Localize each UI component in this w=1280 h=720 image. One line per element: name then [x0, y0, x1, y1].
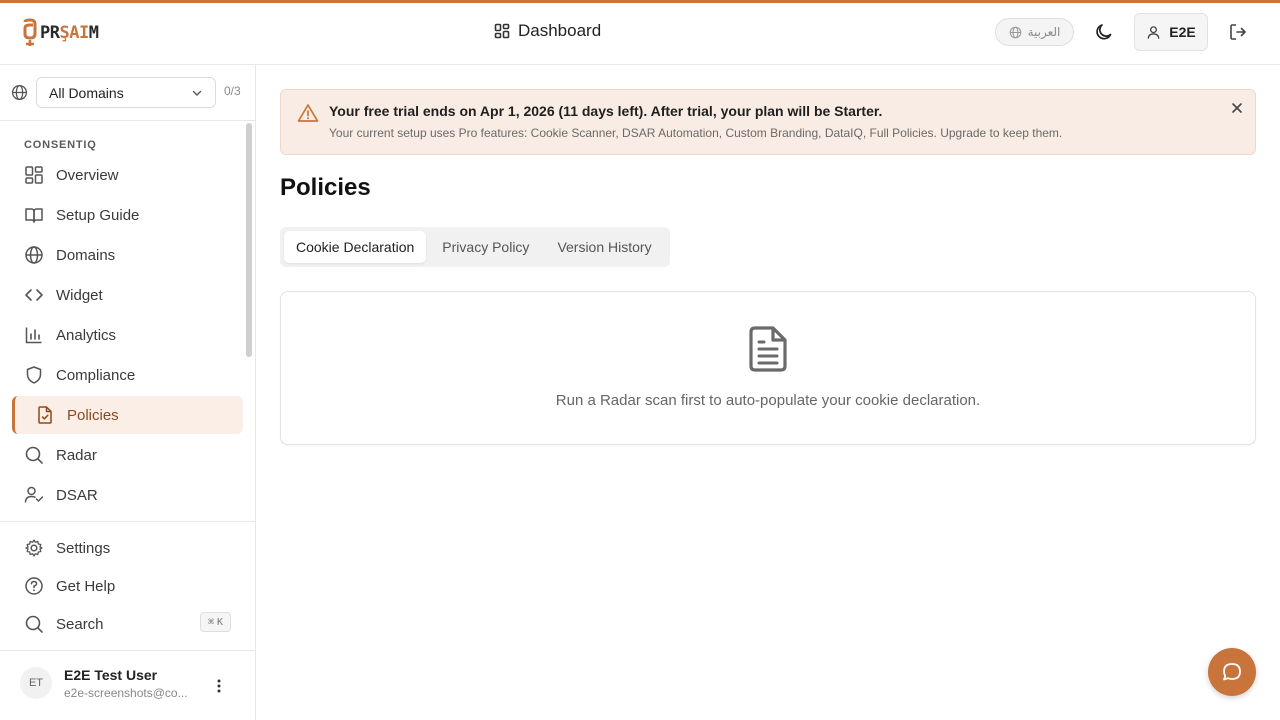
sidebar-item-label: Radar: [56, 446, 97, 464]
tab-privacy-policy[interactable]: Privacy Policy: [430, 231, 541, 263]
sidebar-user-name: E2E Test User: [64, 667, 158, 683]
sidebar-item-label: Search: [56, 615, 104, 633]
sidebar-item-label: Policies: [67, 406, 119, 424]
chat-button[interactable]: [1208, 648, 1256, 696]
page-title: Policies: [280, 174, 371, 201]
language-switch-button[interactable]: العربية: [995, 18, 1074, 46]
sidebar-item-label: Domains: [56, 246, 116, 264]
globe-icon: [11, 84, 28, 101]
user-check-icon: [24, 486, 44, 503]
logout-button[interactable]: [1226, 20, 1250, 44]
logo-mark-icon: [23, 18, 37, 46]
tab-version-history[interactable]: Version History: [545, 231, 663, 263]
sidebar-item-label: Widget: [56, 286, 103, 304]
sidebar-item-label: Compliance: [56, 366, 136, 384]
moon-icon: [1096, 24, 1112, 40]
code-icon: [25, 289, 43, 301]
sidebar-item-widget[interactable]: Widget: [12, 276, 243, 314]
domain-select[interactable]: All Domains: [36, 77, 216, 108]
file-check-icon: [38, 406, 52, 424]
domain-select-value: All Domains: [49, 84, 124, 101]
sidebar-item-settings[interactable]: Settings: [12, 529, 243, 567]
dashboard-grid-icon: [25, 166, 43, 184]
top-header: PRŞAIM Dashboard العربية E2E: [0, 3, 1280, 65]
sidebar-item-domains[interactable]: Domains: [12, 236, 243, 274]
sidebar-item-setup-guide[interactable]: Setup Guide: [12, 196, 243, 234]
gear-icon: [25, 539, 43, 557]
header-title: Dashboard: [518, 21, 602, 40]
grid-icon: [494, 23, 510, 39]
brand-logo[interactable]: PRŞAIM: [22, 15, 99, 51]
sidebar-divider: [0, 650, 255, 651]
empty-state-card: Run a Radar scan first to auto-populate …: [280, 291, 1256, 445]
sidebar-item-compliance[interactable]: Compliance: [12, 356, 243, 394]
globe-icon: [1009, 26, 1021, 38]
logout-icon: [1230, 24, 1246, 40]
sidebar-item-label: Analytics: [56, 326, 117, 344]
sidebar-item-label: Setup Guide: [56, 206, 140, 224]
book-open-icon: [25, 208, 43, 223]
domain-count: 0/3: [224, 84, 241, 98]
trial-banner: Your free trial ends on Apr 1, 2026 (11 …: [280, 89, 1256, 155]
avatar: ET: [20, 667, 52, 699]
theme-toggle-button[interactable]: [1092, 20, 1116, 44]
logo-text: PRŞAIM: [40, 23, 99, 43]
search-icon: [25, 446, 43, 464]
command-key-symbol: ⌘: [207, 616, 214, 628]
close-icon: [1232, 103, 1242, 113]
sidebar-section-label: CONSENTIQ: [24, 139, 97, 151]
chat-bubble-icon: [1223, 663, 1241, 681]
search-shortcut-badge: ⌘ K: [200, 612, 231, 632]
document-icon: [749, 326, 787, 372]
globe-icon: [25, 246, 43, 264]
sidebar-item-label: Get Help: [56, 577, 116, 595]
warning-triangle-icon: [297, 104, 319, 122]
tab-cookie-declaration[interactable]: Cookie Declaration: [284, 231, 427, 263]
sidebar-scrollbar[interactable]: [246, 123, 252, 357]
chevron-down-icon: [192, 90, 202, 96]
user-options-button[interactable]: [211, 676, 227, 696]
avatar-initials: ET: [28, 677, 44, 689]
sidebar-item-label: DSAR: [56, 486, 98, 504]
header-center: Dashboard: [494, 21, 601, 41]
user-icon: [1147, 25, 1160, 39]
sidebar-divider: [0, 521, 255, 522]
sidebar-item-label: Settings: [56, 539, 111, 557]
domain-filter-row: All Domains 0/3: [0, 65, 255, 121]
user-menu-button[interactable]: E2E: [1134, 13, 1208, 51]
sidebar-user-email: e2e-screenshots@co...: [64, 686, 188, 700]
close-banner-button[interactable]: [1228, 99, 1246, 117]
sidebar-item-dsar[interactable]: DSAR: [12, 476, 243, 514]
sidebar-item-analytics[interactable]: Analytics: [12, 316, 243, 354]
sidebar: All Domains 0/3 CONSENTIQ Overview Setup…: [0, 65, 256, 720]
sidebar-item-overview[interactable]: Overview: [12, 156, 243, 194]
kebab-menu-icon: [217, 679, 221, 693]
sidebar-item-policies[interactable]: Policies: [12, 396, 243, 434]
shield-icon: [26, 366, 42, 384]
shortcut-key: K: [217, 616, 224, 628]
search-icon: [25, 615, 43, 633]
policy-tabs: Cookie Declaration Privacy Policy Versio…: [280, 227, 670, 267]
sidebar-item-get-help[interactable]: Get Help: [12, 567, 243, 605]
empty-state-text: Run a Radar scan first to auto-populate …: [555, 392, 981, 409]
bar-chart-icon: [25, 327, 42, 344]
user-short-label: E2E: [1169, 24, 1196, 40]
sidebar-item-radar[interactable]: Radar: [12, 436, 243, 474]
banner-subtitle: Your current setup uses Pro features: Co…: [329, 126, 1063, 140]
language-label: العربية: [1027, 25, 1061, 39]
help-circle-icon: [25, 577, 43, 595]
sidebar-item-label: Overview: [56, 166, 119, 184]
banner-title: Your free trial ends on Apr 1, 2026 (11 …: [329, 103, 883, 119]
